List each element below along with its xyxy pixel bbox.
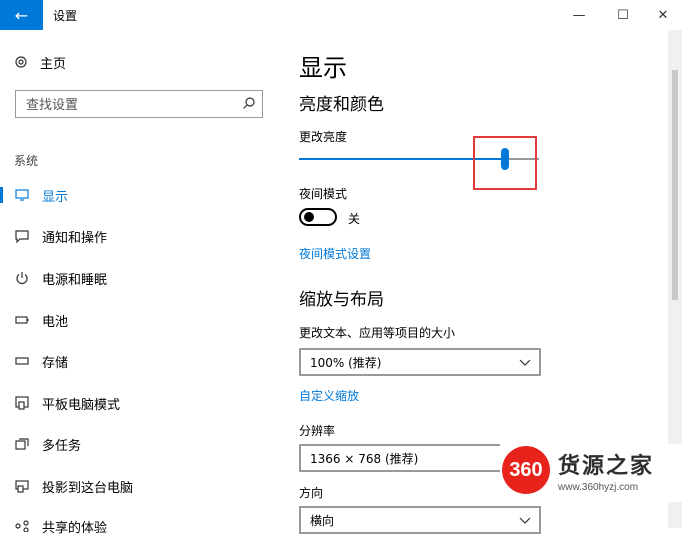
storage-icon: [14, 353, 30, 369]
sidebar-item-label: 电池: [42, 314, 69, 330]
sidebar-item-label: 投影到这台电脑: [42, 480, 134, 496]
multitask-icon: [14, 436, 30, 452]
sidebar-item-label: 共享的体验: [42, 520, 108, 536]
watermark-name: 货源之家: [558, 454, 655, 479]
night-mode-settings-link[interactable]: 夜间模式设置: [299, 245, 371, 262]
close-button[interactable]: ✕: [640, 0, 682, 30]
home-link[interactable]: 主页: [14, 52, 66, 72]
scale-dropdown[interactable]: 100% (推荐): [299, 348, 541, 376]
section-title-system: 系统: [14, 154, 39, 168]
resolution-value: 1366 × 768 (推荐): [310, 451, 419, 466]
scale-value: 100% (推荐): [310, 355, 382, 370]
gear-icon: [15, 56, 27, 68]
sidebar-item-label: 通知和操作: [42, 230, 108, 246]
share-icon: [14, 518, 30, 534]
back-button[interactable]: ←: [0, 0, 43, 30]
search-input[interactable]: [24, 92, 238, 118]
sidebar-item-label: 电源和睡眠: [42, 272, 108, 288]
tablet-icon: [14, 395, 30, 411]
project-icon: [14, 478, 30, 494]
sidebar-item-multitasking[interactable]: 多任务: [0, 424, 282, 464]
sidebar: 主页 系统 显示 通知和操作 电源和睡眠 电池 存: [0, 30, 282, 536]
battery-icon: [14, 312, 30, 328]
sidebar-item-label: 多任务: [42, 438, 82, 454]
scale-label: 更改文本、应用等项目的大小: [299, 326, 456, 340]
search-box[interactable]: [15, 90, 263, 118]
sidebar-item-label: 显示: [42, 189, 69, 205]
sidebar-item-notifications[interactable]: 通知和操作: [0, 216, 282, 256]
arrow-left-icon: ←: [14, 5, 29, 25]
scale-heading: 缩放与布局: [299, 290, 384, 310]
watermark: 360 货源之家 www.360hyzj.com: [500, 444, 682, 502]
sidebar-item-display[interactable]: 显示: [0, 175, 282, 215]
sidebar-item-tablet[interactable]: 平板电脑模式: [0, 383, 282, 423]
night-mode-toggle[interactable]: [299, 208, 337, 226]
night-mode-state: 关: [348, 212, 361, 226]
sidebar-item-power[interactable]: 电源和睡眠: [0, 258, 282, 298]
brightness-label: 更改亮度: [299, 130, 348, 144]
page-title: 显示: [299, 54, 347, 82]
chevron-down-icon: [519, 359, 531, 366]
night-mode-label: 夜间模式: [299, 187, 348, 201]
orientation-value: 横向: [310, 513, 335, 528]
resolution-label: 分辨率: [299, 424, 336, 438]
sidebar-item-label: 平板电脑模式: [42, 397, 121, 413]
window-title: 设置: [53, 9, 78, 23]
chevron-down-icon: [519, 517, 531, 524]
title-bar: ← 设置 — ☐ ✕: [0, 0, 682, 30]
sidebar-item-shared[interactable]: 共享的体验: [0, 506, 282, 546]
sidebar-item-battery[interactable]: 电池: [0, 300, 282, 340]
highlight-box: [473, 136, 537, 190]
scrollbar-thumb[interactable]: [672, 70, 678, 300]
notification-icon: [14, 228, 30, 244]
search-icon[interactable]: [242, 96, 256, 110]
orientation-label: 方向: [299, 486, 324, 500]
toggle-knob: [304, 212, 314, 222]
home-label: 主页: [40, 56, 67, 72]
power-icon: [14, 270, 30, 286]
sidebar-item-project[interactable]: 投影到这台电脑: [0, 466, 282, 506]
sidebar-item-label: 存储: [42, 355, 69, 371]
sidebar-item-storage[interactable]: 存储: [0, 341, 282, 381]
minimize-button[interactable]: —: [556, 0, 602, 30]
orientation-dropdown[interactable]: 横向: [299, 506, 541, 534]
brightness-heading: 亮度和颜色: [299, 95, 384, 115]
monitor-icon: [14, 187, 30, 203]
watermark-logo: 360: [502, 446, 550, 494]
watermark-url: www.360hyzj.com: [558, 482, 639, 493]
custom-scale-link[interactable]: 自定义缩放: [299, 387, 359, 404]
